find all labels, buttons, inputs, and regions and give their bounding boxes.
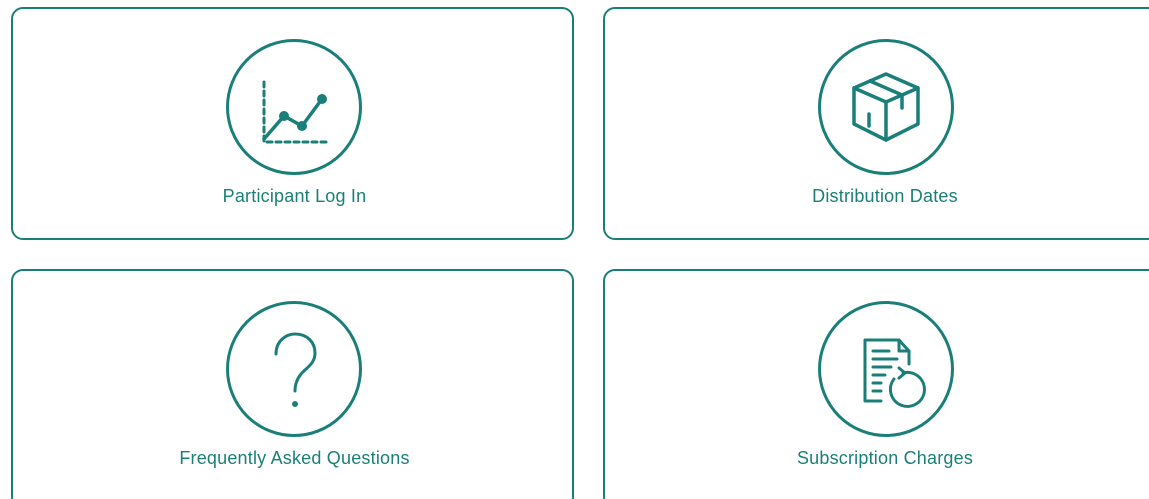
- line-chart-icon: [262, 80, 329, 144]
- participant-log-in-card[interactable]: Participant Log In: [11, 7, 574, 240]
- card-grid: Participant Log In Distribution Dates Fr…: [0, 0, 1149, 499]
- icon-circle: [226, 39, 362, 175]
- card-label: Participant Log In: [222, 186, 367, 206]
- card-label: Subscription Charges: [796, 448, 974, 468]
- icon-circle: [226, 301, 362, 437]
- question-mark-icon: [274, 332, 317, 407]
- document-refresh-icon: [863, 338, 926, 408]
- icon-circle: [818, 301, 954, 437]
- distribution-dates-card[interactable]: Distribution Dates: [603, 7, 1149, 240]
- card-label: Frequently Asked Questions: [179, 448, 410, 468]
- box-icon: [852, 72, 920, 142]
- card-label: Distribution Dates: [812, 186, 958, 206]
- subscription-charges-card[interactable]: Subscription Charges: [603, 269, 1149, 499]
- icon-circle: [818, 39, 954, 175]
- faq-card[interactable]: Frequently Asked Questions: [11, 269, 574, 499]
